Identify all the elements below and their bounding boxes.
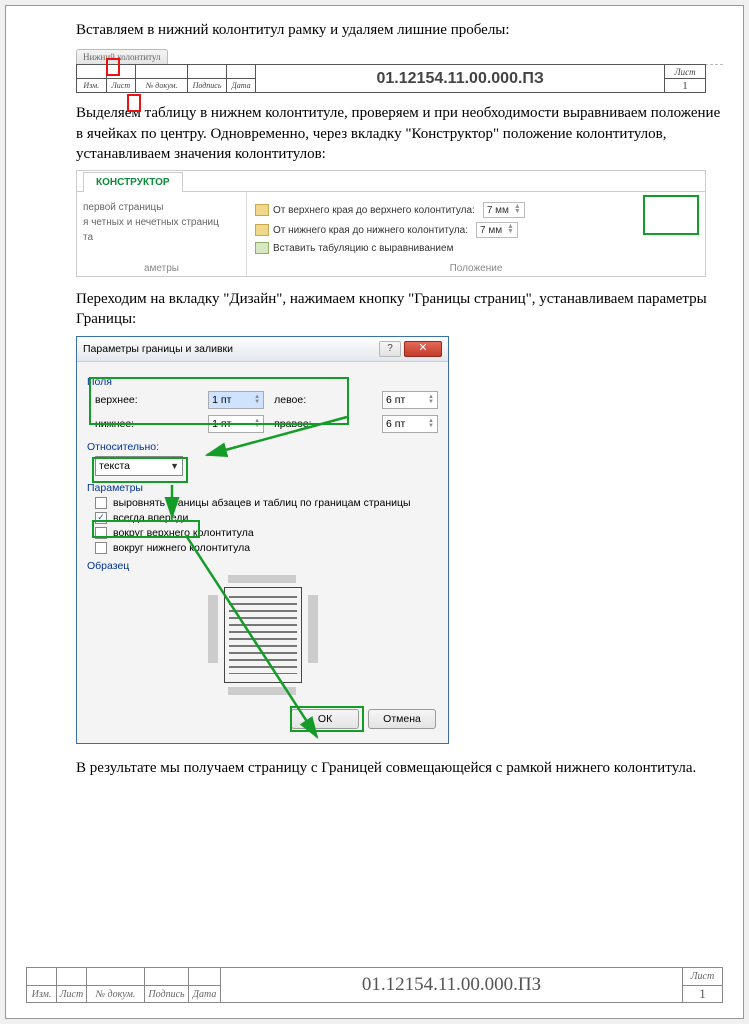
ribbon-constructor-tab[interactable]: КОНСТРУКТОР bbox=[83, 172, 183, 192]
footer-frame-table: 01.12154.11.00.000.ПЗ Лист Изм. Лист № д… bbox=[76, 64, 706, 93]
footer-margin-icon bbox=[255, 224, 269, 236]
highlight-always-front bbox=[92, 520, 200, 538]
footer-margin-input[interactable]: 7 мм▲▼ bbox=[476, 222, 518, 238]
stamp-sheet-label: Лист bbox=[683, 968, 723, 986]
ribbon-screenshot: КОНСТРУКТОР первой страницы я четных и н… bbox=[76, 170, 706, 277]
ribbon-left-group: первой страницы я четных и нечетных стра… bbox=[77, 192, 247, 276]
align-borders-checkbox[interactable] bbox=[95, 497, 107, 509]
dialog-help-button[interactable]: ? bbox=[379, 341, 401, 357]
highlight-fields bbox=[89, 377, 349, 425]
document-page: Вставляем в нижний колонтитул рамку и уд… bbox=[5, 5, 744, 1019]
stamp-sheet-num: 1 bbox=[683, 986, 723, 1003]
relative-group-label: Относительно: bbox=[87, 441, 438, 453]
header-margin-input[interactable]: 7 мм▲▼ bbox=[483, 202, 525, 218]
footer-sheet-label: Лист bbox=[665, 65, 706, 79]
dialog-close-button[interactable]: ✕ bbox=[404, 341, 442, 357]
paragraph-3: Переходим на вкладку "Дизайн", нажимаем … bbox=[76, 289, 723, 330]
stamp-doc-code: 01.12154.11.00.000.ПЗ bbox=[221, 968, 683, 1003]
highlight-relative-select bbox=[92, 457, 188, 483]
around-footer-checkbox[interactable] bbox=[95, 542, 107, 554]
preview-group-label: Образец bbox=[87, 560, 438, 572]
params-group-label: Параметры bbox=[87, 482, 438, 494]
header-margin-icon bbox=[255, 204, 269, 216]
insert-tab-icon bbox=[255, 242, 269, 254]
highlight-marker-2 bbox=[127, 94, 141, 112]
right-margin-input[interactable]: 6 пт▲▼ bbox=[382, 415, 438, 433]
highlight-ok-button bbox=[290, 706, 364, 732]
cancel-button[interactable]: Отмена bbox=[368, 709, 436, 729]
footer-frame-screenshot: Нижний колонтитул 01.12154.11.00.000.ПЗ … bbox=[76, 48, 723, 93]
highlight-marker-1 bbox=[106, 58, 120, 76]
left-margin-input[interactable]: 6 пт▲▼ bbox=[382, 391, 438, 409]
dialog-title: Параметры границы и заливки bbox=[83, 343, 233, 355]
footer-sheet-num: 1 bbox=[665, 79, 706, 93]
border-fill-options-dialog: Параметры границы и заливки ? ✕ Поля вер… bbox=[76, 336, 449, 744]
paragraph-1: Вставляем в нижний колонтитул рамку и уд… bbox=[76, 20, 723, 40]
paragraph-2: Выделяем таблицу в нижнем колонтитуле, п… bbox=[76, 103, 723, 164]
paragraph-4: В результате мы получаем страницу с Гран… bbox=[76, 758, 723, 778]
border-preview bbox=[208, 575, 318, 695]
footer-tab-label: Нижний колонтитул bbox=[76, 49, 168, 64]
page-footer-stamp: 01.12154.11.00.000.ПЗ Лист Изм. Лист № д… bbox=[26, 967, 723, 1003]
highlight-margin-values bbox=[643, 195, 699, 235]
ribbon-position-group: От верхнего края до верхнего колонтитула… bbox=[247, 192, 705, 276]
footer-doc-code: 01.12154.11.00.000.ПЗ bbox=[256, 65, 665, 93]
